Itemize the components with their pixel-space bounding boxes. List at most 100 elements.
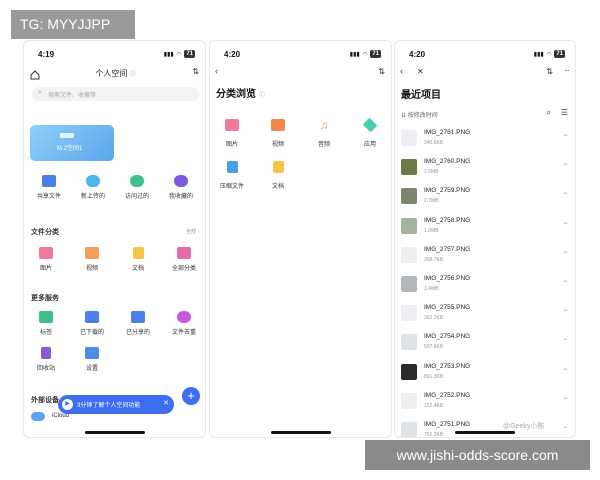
status-time: 4:20 bbox=[224, 49, 241, 59]
more-icon[interactable]: ··· bbox=[563, 424, 568, 431]
search-input[interactable]: ⌕ 搜索文件、收藏等 bbox=[32, 87, 199, 101]
battery-icon: 71 bbox=[554, 50, 565, 58]
battery-icon: 71 bbox=[184, 50, 195, 58]
all-category-icon bbox=[177, 247, 191, 259]
more-icon[interactable]: ··· bbox=[563, 336, 568, 343]
sort-order-icon: ⇊ bbox=[401, 113, 407, 119]
file-size: 2.7MB bbox=[424, 198, 439, 205]
file-name: IMG_2759.PNG bbox=[424, 187, 471, 195]
file-size: 507.6KB bbox=[424, 344, 444, 351]
file-row[interactable]: IMG_2758.PNG 1.8MB ··· bbox=[401, 215, 571, 244]
signal-icon: ▮▮▮ bbox=[163, 51, 174, 58]
file-thumbnail bbox=[401, 422, 417, 437]
file-row[interactable]: IMG_2756.PNG 1.4MB ··· bbox=[401, 273, 571, 302]
file-thumbnail bbox=[401, 246, 417, 263]
file-size: 362.2KB bbox=[424, 315, 444, 322]
file-row[interactable]: IMG_2759.PNG 2.7MB ··· bbox=[401, 185, 571, 214]
file-size: 1.8MB bbox=[424, 227, 439, 234]
audio-icon: ♫ bbox=[319, 118, 329, 132]
battery-icon: 71 bbox=[370, 50, 381, 58]
more-icon[interactable]: ··· bbox=[563, 249, 568, 256]
toast-text: 3分钟了解个人空间功能 bbox=[77, 403, 141, 409]
file-row[interactable]: IMG_2760.PNG 2.6MB ··· bbox=[401, 156, 571, 185]
sort-icon[interactable]: ⇅ bbox=[378, 67, 385, 76]
tg-tag: TG: MYYJJPP bbox=[11, 10, 135, 39]
sort-icon[interactable]: ⇅ bbox=[546, 67, 553, 76]
more-icon[interactable]: ··· bbox=[563, 278, 568, 285]
info-icon[interactable]: ⓘ bbox=[130, 72, 136, 78]
add-button[interactable]: + bbox=[182, 387, 200, 405]
wifi-icon: ◠ bbox=[546, 51, 552, 58]
file-row[interactable]: IMG_2757.PNG 308.7KB ··· bbox=[401, 244, 571, 273]
devices-header: 外部设备 bbox=[31, 397, 59, 404]
page-title: 个人空间 ⓘ bbox=[95, 69, 136, 78]
close-icon[interactable]: ✕ bbox=[417, 67, 424, 76]
file-size: 792.2KB bbox=[424, 432, 444, 438]
services-header: 更多服务 bbox=[31, 295, 59, 302]
page-title: 最近项目 bbox=[401, 90, 441, 101]
file-row[interactable]: IMG_2761.PNG 340.6KB ··· bbox=[401, 127, 571, 156]
more-icon[interactable]: ··· bbox=[563, 161, 568, 168]
document-icon bbox=[133, 247, 144, 259]
file-thumbnail bbox=[401, 392, 417, 409]
back-icon[interactable]: ‹ bbox=[400, 66, 403, 76]
screen-personal-space: 4:19 ▮▮▮ ◠ 71 个人空间 ⓘ ⇅ ⌕ 搜索文件、收藏等 M.2空间1… bbox=[23, 40, 206, 438]
file-name: IMG_2751.PNG bbox=[424, 421, 471, 428]
document-icon bbox=[273, 161, 284, 173]
status-bar: 4:20 ▮▮▮ ◠ 71 bbox=[224, 48, 381, 60]
close-icon[interactable]: ✕ bbox=[163, 399, 169, 407]
video-icon bbox=[271, 119, 285, 131]
space-banner[interactable]: M.2空间1 bbox=[30, 125, 114, 161]
site-watermark: www.jishi-odds-score.com bbox=[365, 440, 590, 470]
file-thumbnail bbox=[401, 363, 417, 380]
status-icons: ▮▮▮ ◠ 71 bbox=[164, 50, 195, 58]
file-row[interactable]: IMG_2754.PNG 507.6KB ··· bbox=[401, 331, 571, 360]
file-name: IMG_2760.PNG bbox=[424, 158, 471, 166]
file-name: IMG_2757.PNG bbox=[424, 245, 471, 253]
file-name: IMG_2752.PNG bbox=[424, 391, 471, 399]
more-icon[interactable]: ··· bbox=[563, 366, 568, 373]
sort-dropdown[interactable]: ⇊ 按修改时间 bbox=[401, 110, 438, 119]
file-row[interactable]: IMG_2752.PNG 152.4KB ··· bbox=[401, 390, 571, 419]
page-title: 分类浏览 ⓘ bbox=[216, 89, 265, 100]
file-row[interactable]: IMG_2751.PNG 792.2KB ··· bbox=[401, 419, 571, 438]
status-icons: ▮▮▮ ◠ 71 bbox=[534, 50, 565, 58]
file-size: 308.7KB bbox=[424, 256, 444, 263]
file-name: IMG_2756.PNG bbox=[424, 275, 471, 282]
more-icon[interactable]: ··· bbox=[563, 395, 568, 402]
list-view-icon[interactable]: ☰ bbox=[561, 108, 568, 117]
home-indicator bbox=[84, 431, 145, 434]
sort-icon[interactable]: ⇅ bbox=[192, 67, 199, 76]
file-row[interactable]: IMG_2755.PNG 362.2KB ··· bbox=[401, 302, 571, 331]
star-icon bbox=[174, 175, 188, 187]
cloud-upload-icon bbox=[86, 175, 100, 187]
back-icon[interactable]: ‹ bbox=[215, 66, 218, 76]
video-icon bbox=[85, 247, 99, 259]
icloud-icon bbox=[31, 412, 45, 421]
file-row[interactable]: IMG_2753.PNG 861.3KB ··· bbox=[401, 361, 571, 390]
status-time: 4:19 bbox=[38, 49, 55, 59]
status-icons: ▮▮▮ ◠ 71 bbox=[350, 50, 381, 58]
file-name: IMG_2753.PNG bbox=[424, 362, 471, 370]
status-time: 4:20 bbox=[409, 49, 426, 59]
image-icon bbox=[225, 119, 239, 131]
search-icon[interactable]: ⌕ bbox=[547, 108, 551, 118]
file-size: 861.3KB bbox=[424, 373, 444, 380]
file-thumbnail bbox=[401, 334, 417, 351]
file-thumbnail bbox=[401, 159, 417, 176]
more-icon[interactable]: ··· bbox=[563, 220, 568, 227]
settings-icon bbox=[85, 347, 99, 359]
more-icon[interactable]: ··· bbox=[564, 66, 570, 75]
category-more-link[interactable]: 全部 › bbox=[186, 228, 199, 235]
intro-toast[interactable]: ▶ 3分钟了解个人空间功能 ✕ bbox=[58, 395, 174, 414]
more-icon[interactable]: ··· bbox=[563, 307, 568, 314]
wifi-icon: ◠ bbox=[176, 51, 182, 58]
file-name: IMG_2754.PNG bbox=[424, 333, 471, 341]
screen-category-browse: 4:20 ▮▮▮ ◠ 71 ‹ ⇅ 分类浏览 ⓘ 图片 视频 ♫ 音频 应用 压… bbox=[209, 40, 392, 438]
more-icon[interactable]: ··· bbox=[563, 190, 568, 197]
file-size: 1.4MB bbox=[424, 286, 439, 292]
info-icon[interactable]: ⓘ bbox=[259, 93, 265, 99]
more-icon[interactable]: ··· bbox=[563, 132, 568, 139]
file-thumbnail bbox=[401, 276, 417, 292]
status-bar: 4:19 ▮▮▮ ◠ 71 bbox=[38, 48, 195, 60]
